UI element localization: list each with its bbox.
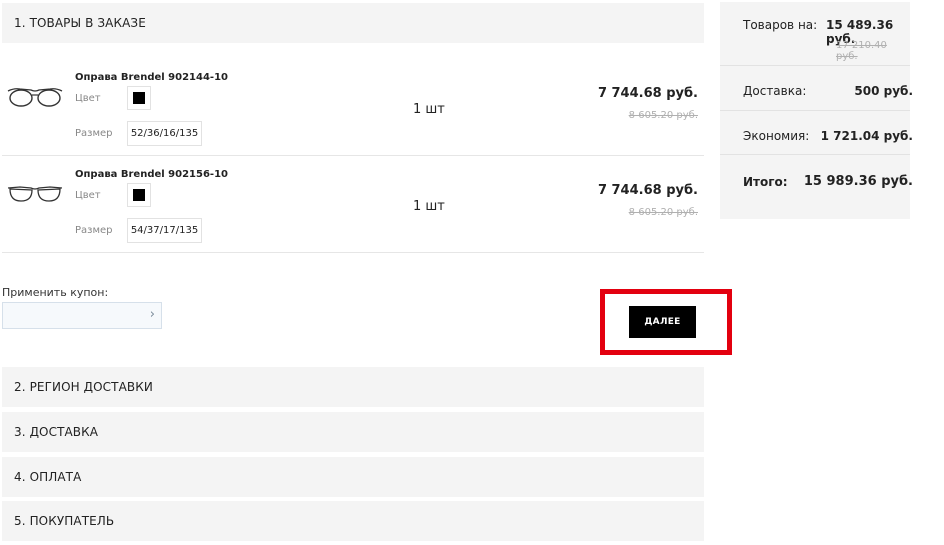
item-title[interactable]: Оправа Brendel 902144-10 bbox=[75, 72, 228, 83]
shipping-label: Доставка: bbox=[743, 84, 807, 98]
section-region-header[interactable]: 2. РЕГИОН ДОСТАВКИ bbox=[2, 367, 704, 407]
coupon-label: Применить купон: bbox=[2, 286, 109, 299]
item-quantity: 1 шт bbox=[413, 199, 445, 214]
section-payment-title: 4. ОПЛАТА bbox=[14, 470, 82, 484]
coupon-input[interactable] bbox=[3, 303, 143, 328]
section-payment-header[interactable]: 4. ОПЛАТА bbox=[2, 457, 704, 497]
item-old-price: 8 605.20 руб. bbox=[628, 207, 698, 218]
next-button[interactable]: ДАЛЕЕ bbox=[629, 306, 696, 338]
section-buyer-title: 5. ПОКУПАТЕЛЬ bbox=[14, 514, 115, 528]
item-price: 7 744.68 руб. bbox=[597, 86, 698, 101]
size-value: 54/37/17/135 bbox=[127, 218, 202, 243]
total-label: Итого: bbox=[743, 175, 788, 189]
shipping-value: 500 руб. bbox=[854, 84, 913, 98]
goods-old-value: 17 210.40 руб. bbox=[836, 40, 887, 62]
section-delivery-title: 3. ДОСТАВКА bbox=[14, 425, 99, 439]
item-title[interactable]: Оправа Brendel 902156-10 bbox=[75, 169, 228, 180]
section-cart-title: 1. ТОВАРЫ В ЗАКАЗЕ bbox=[14, 16, 146, 30]
section-delivery-header[interactable]: 3. ДОСТАВКА bbox=[2, 412, 704, 452]
color-label: Цвет bbox=[75, 190, 101, 201]
item-quantity: 1 шт bbox=[413, 102, 445, 117]
size-label: Размер bbox=[75, 128, 113, 139]
color-swatch bbox=[127, 183, 151, 207]
glasses-image bbox=[7, 186, 63, 202]
size-value: 52/36/16/135 bbox=[127, 121, 202, 146]
item-old-price: 8 605.20 руб. bbox=[628, 110, 698, 121]
color-swatch bbox=[127, 86, 151, 110]
total-value: 15 989.36 руб. bbox=[803, 174, 913, 189]
color-label: Цвет bbox=[75, 93, 101, 104]
order-summary: Товаров на: 15 489.36 руб. 17 210.40 руб… bbox=[720, 2, 913, 219]
glasses-image bbox=[7, 88, 63, 107]
section-region-title: 2. РЕГИОН ДОСТАВКИ bbox=[14, 380, 153, 394]
chevron-right-icon[interactable]: › bbox=[150, 307, 155, 322]
section-cart-header[interactable]: 1. ТОВАРЫ В ЗАКАЗЕ bbox=[2, 3, 704, 43]
coupon-field[interactable]: › bbox=[2, 302, 162, 329]
item-price: 7 744.68 руб. bbox=[597, 183, 698, 198]
goods-label: Товаров на: bbox=[743, 18, 818, 32]
cart-item: Оправа Brendel 902156-10 Цвет Размер 54/… bbox=[2, 157, 704, 253]
section-buyer-header[interactable]: 5. ПОКУПАТЕЛЬ bbox=[2, 501, 704, 541]
savings-label: Экономия: bbox=[743, 129, 810, 143]
cart-item: Оправа Brendel 902144-10 Цвет Размер 52/… bbox=[2, 60, 704, 156]
savings-value: 1 721.04 руб. bbox=[820, 129, 913, 143]
size-label: Размер bbox=[75, 225, 113, 236]
